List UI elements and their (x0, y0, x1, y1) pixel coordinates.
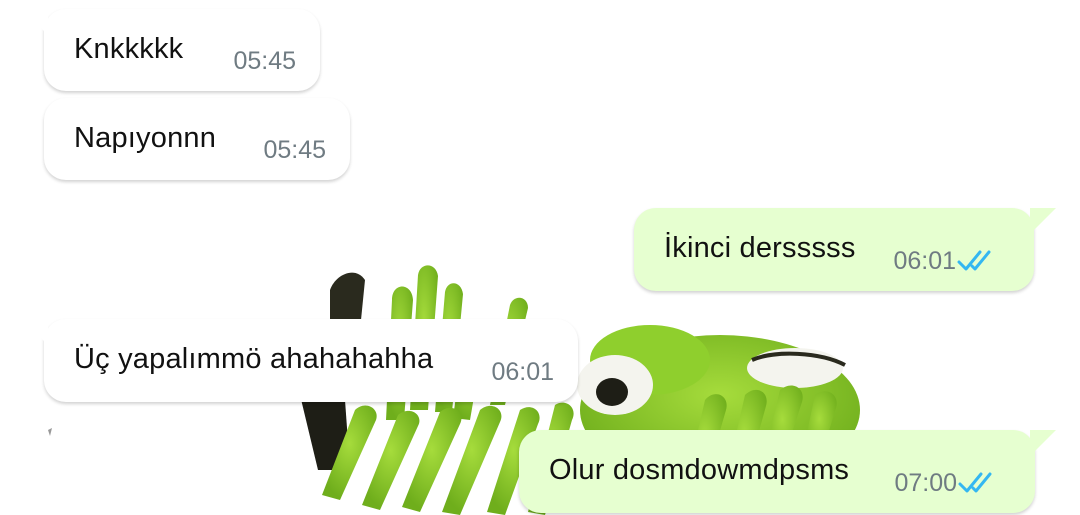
message-time: 05:45 (233, 47, 296, 75)
message-text: Olur dosmdowmdpsms (549, 454, 850, 486)
bubble-tail (22, 9, 48, 35)
read-double-check-icon (958, 472, 992, 493)
message-text: İkinci dersssss (664, 232, 856, 264)
message-text: Üç yapalımmö ahahahahha (74, 343, 434, 375)
read-double-check-icon (957, 250, 991, 271)
bubble-tail (1030, 430, 1056, 456)
message-text: Knkkkkk (74, 33, 184, 65)
message-bubble-outgoing[interactable]: Olur dosmdowmdpsms 07:00 (519, 430, 1035, 513)
message-bubble-incoming[interactable]: Napıyonnn 05:45 (44, 98, 350, 180)
bubble-tail (1030, 208, 1056, 234)
chat-area: Knkkkkk 05:45 Napıyonnn 05:45 İkinci der… (0, 0, 1080, 515)
message-time: 05:45 (263, 136, 326, 164)
message-time: 06:01 (491, 358, 554, 386)
message-bubble-outgoing[interactable]: İkinci dersssss 06:01 (634, 208, 1034, 291)
bubble-tail (22, 319, 48, 345)
message-time: 07:00 (894, 469, 957, 497)
message-time: 06:01 (893, 247, 956, 275)
message-text: Napıyonnn (74, 122, 217, 154)
message-bubble-incoming[interactable]: Knkkkkk 05:45 (44, 9, 320, 91)
message-bubble-incoming[interactable]: Üç yapalımmö ahahahahha 06:01 (44, 319, 578, 402)
